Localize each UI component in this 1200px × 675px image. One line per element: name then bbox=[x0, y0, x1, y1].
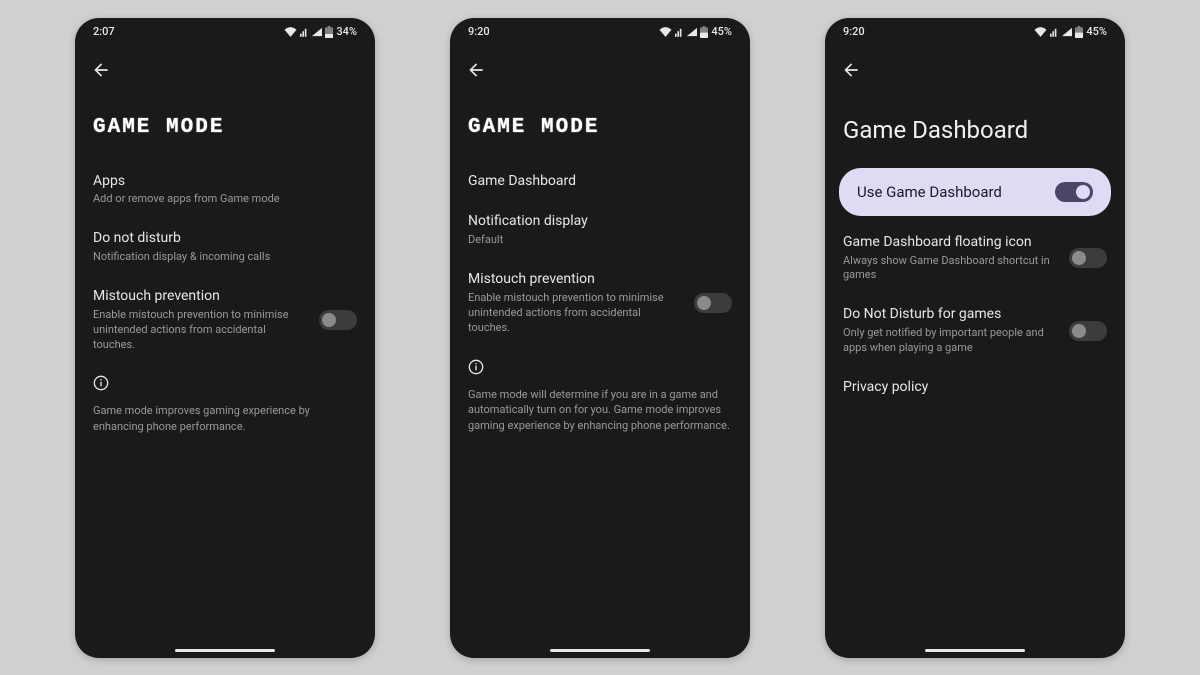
page-title: Game Dashboard bbox=[825, 88, 1125, 168]
setting-game-dashboard[interactable]: Game Dashboard bbox=[450, 161, 750, 202]
battery-icon bbox=[700, 26, 708, 38]
phone-screen-1: 2:07 34% GAME MODE Apps Add or remove ap… bbox=[75, 18, 375, 658]
setting-privacy-policy[interactable]: Privacy policy bbox=[825, 367, 1125, 408]
info-text: Game mode will determine if you are in a… bbox=[468, 387, 732, 435]
status-time: 9:20 bbox=[468, 25, 490, 38]
status-right: 34% bbox=[284, 25, 357, 38]
page-title: GAME MODE bbox=[450, 88, 750, 161]
setting-subtitle: Enable mistouch prevention to minimise u… bbox=[93, 308, 307, 353]
setting-title: Do not disturb bbox=[93, 229, 357, 248]
nav-bar-handle[interactable] bbox=[550, 649, 650, 652]
info-icon bbox=[93, 375, 109, 391]
setting-subtitle: Only get notified by important people an… bbox=[843, 326, 1057, 356]
wifi-icon bbox=[1034, 27, 1047, 37]
setting-subtitle: Default bbox=[468, 233, 732, 248]
back-button[interactable] bbox=[833, 52, 869, 88]
status-time: 2:07 bbox=[93, 25, 115, 38]
status-bar: 9:20 45% bbox=[450, 18, 750, 44]
info-icon bbox=[468, 359, 484, 375]
status-bar: 9:20 45% bbox=[825, 18, 1125, 44]
phone-screen-2: 9:20 45% GAME MODE Game Dashboard Notifi… bbox=[450, 18, 750, 658]
app-bar bbox=[450, 44, 750, 88]
battery-icon bbox=[325, 26, 333, 38]
arrow-back-icon bbox=[91, 60, 111, 80]
setting-dnd[interactable]: Do not disturb Notification display & in… bbox=[75, 218, 375, 276]
setting-subtitle: Always show Game Dashboard shortcut in g… bbox=[843, 254, 1057, 284]
setting-title: Notification display bbox=[468, 212, 732, 231]
network-icon bbox=[675, 27, 683, 37]
setting-mistouch[interactable]: Mistouch prevention Enable mistouch prev… bbox=[75, 276, 375, 363]
setting-title: Mistouch prevention bbox=[93, 287, 307, 306]
signal-icon bbox=[311, 27, 322, 37]
mistouch-toggle[interactable] bbox=[319, 310, 357, 330]
status-bar: 2:07 34% bbox=[75, 18, 375, 44]
phone-screen-3: 9:20 45% Game Dashboard Use Game Dashboa… bbox=[825, 18, 1125, 658]
info-text: Game mode improves gaming experience by … bbox=[93, 403, 357, 435]
setting-title: Game Dashboard bbox=[468, 172, 732, 191]
setting-mistouch[interactable]: Mistouch prevention Enable mistouch prev… bbox=[450, 259, 750, 346]
mistouch-toggle[interactable] bbox=[694, 293, 732, 313]
status-time: 9:20 bbox=[843, 25, 865, 38]
info-block: Game mode will determine if you are in a… bbox=[450, 347, 750, 447]
setting-title: Do Not Disturb for games bbox=[843, 305, 1057, 324]
setting-title: Privacy policy bbox=[843, 378, 1107, 397]
pill-title: Use Game Dashboard bbox=[857, 182, 1002, 202]
setting-subtitle: Add or remove apps from Game mode bbox=[93, 192, 357, 207]
status-battery: 45% bbox=[711, 25, 732, 38]
app-bar bbox=[825, 44, 1125, 88]
network-icon bbox=[300, 27, 308, 37]
back-button[interactable] bbox=[83, 52, 119, 88]
page-title: GAME MODE bbox=[75, 88, 375, 161]
setting-subtitle: Notification display & incoming calls bbox=[93, 250, 357, 265]
nav-bar-handle[interactable] bbox=[175, 649, 275, 652]
setting-subtitle: Enable mistouch prevention to minimise u… bbox=[468, 291, 682, 336]
nav-bar-handle[interactable] bbox=[925, 649, 1025, 652]
signal-icon bbox=[1061, 27, 1072, 37]
setting-title: Apps bbox=[93, 172, 357, 191]
use-game-dashboard-pill[interactable]: Use Game Dashboard bbox=[839, 168, 1111, 216]
arrow-back-icon bbox=[841, 60, 861, 80]
arrow-back-icon bbox=[466, 60, 486, 80]
info-block: Game mode improves gaming experience by … bbox=[75, 363, 375, 447]
setting-title: Mistouch prevention bbox=[468, 270, 682, 289]
status-right: 45% bbox=[1034, 25, 1107, 38]
wifi-icon bbox=[284, 27, 297, 37]
status-right: 45% bbox=[659, 25, 732, 38]
use-game-dashboard-toggle[interactable] bbox=[1055, 182, 1093, 202]
back-button[interactable] bbox=[458, 52, 494, 88]
setting-apps[interactable]: Apps Add or remove apps from Game mode bbox=[75, 161, 375, 219]
battery-icon bbox=[1075, 26, 1083, 38]
status-battery: 34% bbox=[336, 25, 357, 38]
wifi-icon bbox=[659, 27, 672, 37]
status-battery: 45% bbox=[1086, 25, 1107, 38]
setting-title: Game Dashboard floating icon bbox=[843, 233, 1057, 252]
setting-dnd-games[interactable]: Do Not Disturb for games Only get notifi… bbox=[825, 294, 1125, 367]
setting-notification-display[interactable]: Notification display Default bbox=[450, 201, 750, 259]
network-icon bbox=[1050, 27, 1058, 37]
setting-floating-icon[interactable]: Game Dashboard floating icon Always show… bbox=[825, 222, 1125, 295]
signal-icon bbox=[686, 27, 697, 37]
floating-icon-toggle[interactable] bbox=[1069, 248, 1107, 268]
app-bar bbox=[75, 44, 375, 88]
dnd-games-toggle[interactable] bbox=[1069, 321, 1107, 341]
